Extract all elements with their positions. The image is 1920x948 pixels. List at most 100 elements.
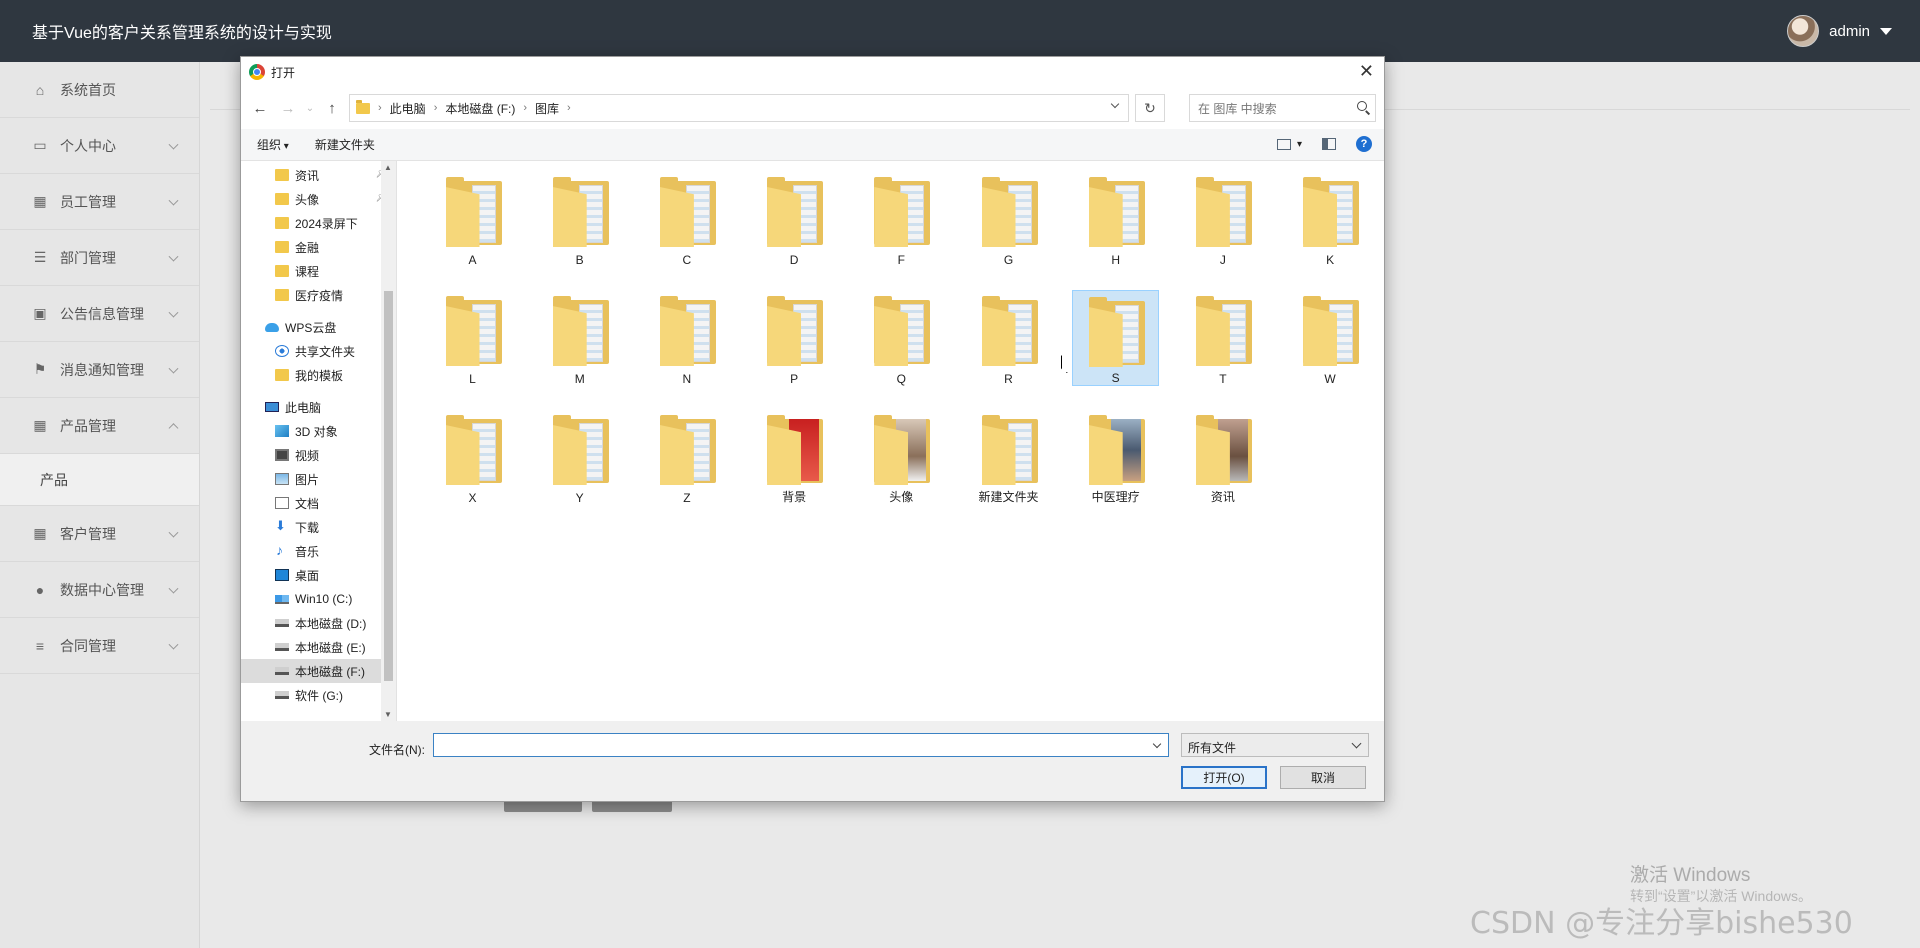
windows-drive-icon <box>275 594 289 604</box>
file-tile[interactable]: P <box>751 290 838 386</box>
back-arrow-icon[interactable]: ← <box>249 100 271 117</box>
nav-gap <box>241 387 396 395</box>
nav-item[interactable]: 我的模板 <box>241 363 396 387</box>
file-tile[interactable]: K <box>1287 171 1374 267</box>
file-tile[interactable]: L <box>429 290 516 386</box>
nav-item[interactable]: 课程 <box>241 259 396 283</box>
nav-item[interactable]: WPS云盘 <box>241 315 396 339</box>
folder-icon <box>978 292 1040 368</box>
file-tile[interactable]: S <box>1072 290 1160 386</box>
file-tile[interactable]: 中医理疗 <box>1072 409 1159 505</box>
file-tile[interactable]: 背景 <box>751 409 838 505</box>
file-tile[interactable]: Y <box>536 409 623 505</box>
nav-item[interactable]: 桌面 <box>241 563 396 587</box>
file-tile[interactable]: D <box>751 171 838 267</box>
nav-scrollbar[interactable]: ▲ ▼ <box>381 161 396 721</box>
file-tile[interactable]: J <box>1179 171 1266 267</box>
nav-item[interactable]: 音乐 <box>241 539 396 563</box>
file-tile[interactable]: B <box>536 171 623 267</box>
3d-objects-icon <box>275 425 289 437</box>
nav-item[interactable]: 视频 <box>241 443 396 467</box>
avatar[interactable] <box>1787 15 1820 47</box>
breadcrumb-item[interactable]: 此电脑 <box>390 100 426 117</box>
search-input[interactable]: 在 图库 中搜索 <box>1189 94 1376 122</box>
breadcrumb[interactable]: › 此电脑 › 本地磁盘 (F:) › 图库 › <box>349 94 1129 122</box>
organize-button[interactable]: 组织 <box>257 136 289 153</box>
chevron-down-icon[interactable]: ▾ <box>1297 139 1302 150</box>
nav-item[interactable]: 医疗疫情 <box>241 283 396 307</box>
forward-arrow-icon[interactable]: → <box>277 100 299 117</box>
nav-item[interactable]: 图片 <box>241 467 396 491</box>
nav-item[interactable]: Win10 (C:) <box>241 587 396 611</box>
caret-down-icon[interactable] <box>1880 27 1892 35</box>
sidebar-item-label: 数据中心管理 <box>60 581 144 598</box>
file-tile[interactable]: H <box>1072 171 1159 267</box>
sidebar-item-home[interactable]: ⌂ 系统首页 <box>0 62 199 118</box>
preview-pane-icon[interactable] <box>1322 138 1336 150</box>
folder-icon <box>656 173 718 249</box>
recent-dropdown-icon[interactable]: ⌄ <box>305 103 315 114</box>
sidebar-subitem-product[interactable]: 产品 <box>0 454 199 506</box>
user-menu[interactable]: admin <box>1787 15 1892 47</box>
file-tile[interactable]: 新建文件夹 <box>965 409 1052 505</box>
file-name: F <box>897 253 905 267</box>
refresh-button[interactable]: ↻ <box>1135 94 1165 122</box>
file-tile[interactable]: A <box>429 171 516 267</box>
breadcrumb-item[interactable]: 图库 <box>535 100 559 117</box>
new-folder-button[interactable]: 新建文件夹 <box>315 136 375 153</box>
file-tile[interactable]: X <box>429 409 516 505</box>
help-icon[interactable]: ? <box>1356 136 1372 152</box>
nav-item[interactable]: 共享文件夹 <box>241 339 396 363</box>
file-tile[interactable]: R <box>965 290 1052 386</box>
sidebar-item-announcements[interactable]: ▣ 公告信息管理 <box>0 286 199 342</box>
nav-item-this-pc[interactable]: 此电脑 <box>241 395 396 419</box>
close-icon[interactable]: ✕ <box>1359 61 1374 82</box>
file-tile[interactable]: Z <box>643 409 730 505</box>
chevron-down-icon[interactable] <box>1110 99 1120 109</box>
file-tile[interactable]: 头像 <box>858 409 945 505</box>
scrollbar-thumb[interactable] <box>384 291 393 681</box>
nav-item[interactable]: 本地磁盘 (D:) <box>241 611 396 635</box>
sidebar-item-contracts[interactable]: ≡ 合同管理 <box>0 618 199 674</box>
file-tile[interactable]: F <box>858 171 945 267</box>
nav-item[interactable]: 资讯📌︎ <box>241 163 396 187</box>
csdn-watermark: CSDN @专注分享bishe530 <box>1470 906 1853 941</box>
dialog-title: 打开 <box>271 65 296 80</box>
nav-item[interactable]: 下载 <box>241 515 396 539</box>
sidebar-item-departments[interactable]: ☰ 部门管理 <box>0 230 199 286</box>
file-tile[interactable]: C <box>643 171 730 267</box>
file-tile[interactable]: M <box>536 290 623 386</box>
sidebar-item-data-center[interactable]: ● 数据中心管理 <box>0 562 199 618</box>
sidebar-item-notifications[interactable]: ⚑ 消息通知管理 <box>0 342 199 398</box>
up-arrow-icon[interactable]: ↑ <box>321 100 343 117</box>
nav-item[interactable]: 3D 对象 <box>241 419 396 443</box>
file-tile[interactable]: Q <box>858 290 945 386</box>
breadcrumb-item[interactable]: 本地磁盘 (F:) <box>445 100 515 117</box>
nav-item[interactable]: 本地磁盘 (E:) <box>241 635 396 659</box>
nav-item[interactable]: 软件 (G:) <box>241 683 396 707</box>
sidebar-item-products[interactable]: ▦ 产品管理 <box>0 398 199 454</box>
folder-icon <box>656 411 718 487</box>
nav-item[interactable]: 文档 <box>241 491 396 515</box>
nav-item[interactable]: 头像📌︎ <box>241 187 396 211</box>
file-type-select[interactable]: 所有文件 <box>1181 733 1369 757</box>
open-button[interactable]: 打开(O) <box>1181 766 1267 789</box>
file-tile[interactable]: G <box>965 171 1052 267</box>
nav-item[interactable]: 2024录屏下 <box>241 211 396 235</box>
cancel-button[interactable]: 取消 <box>1280 766 1366 789</box>
file-tile[interactable]: 资讯 <box>1179 409 1266 505</box>
filename-input[interactable] <box>433 733 1169 757</box>
nav-item-selected[interactable]: 本地磁盘 (F:) <box>241 659 396 683</box>
username[interactable]: admin <box>1829 23 1870 40</box>
nav-item[interactable]: 金融 <box>241 235 396 259</box>
search-placeholder: 在 图库 中搜索 <box>1198 101 1277 116</box>
file-tile[interactable]: T <box>1179 290 1266 386</box>
view-options-icon[interactable] <box>1276 138 1291 150</box>
scroll-down-icon[interactable]: ▼ <box>384 710 392 719</box>
scroll-up-icon[interactable]: ▲ <box>384 163 392 172</box>
sidebar-item-employees[interactable]: ▦ 员工管理 <box>0 174 199 230</box>
file-tile[interactable]: N <box>643 290 730 386</box>
file-tile[interactable]: W <box>1287 290 1374 386</box>
sidebar-item-profile[interactable]: ▭ 个人中心 <box>0 118 199 174</box>
sidebar-item-customers[interactable]: ▦ 客户管理 <box>0 506 199 562</box>
